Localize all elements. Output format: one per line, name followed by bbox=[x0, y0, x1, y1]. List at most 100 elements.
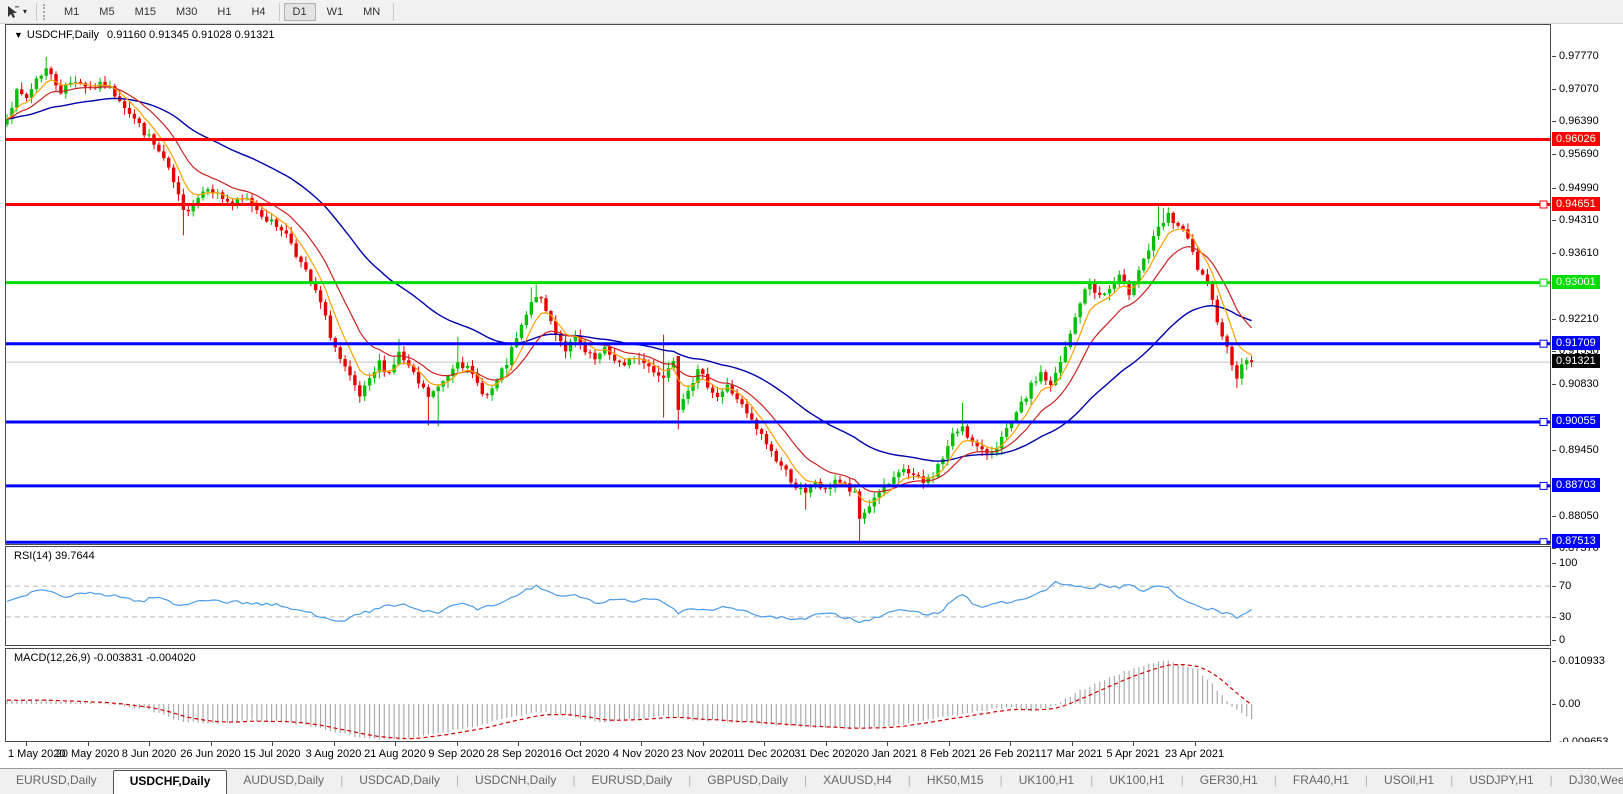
chart-cursor-dropdown[interactable]: ▾ bbox=[0, 2, 33, 22]
date-tick bbox=[1133, 742, 1134, 746]
date-label: 16 Oct 2020 bbox=[549, 748, 610, 760]
hline-handle[interactable] bbox=[1539, 200, 1548, 209]
level-price-badge: 0.87513 bbox=[1552, 534, 1600, 549]
timeframe-button-mn[interactable]: MN bbox=[354, 3, 389, 21]
date-label: 9 Sep 2020 bbox=[428, 748, 485, 760]
date-tick bbox=[210, 742, 212, 746]
chart-tab-usdjpy-h1[interactable]: USDJPY,H1 bbox=[1453, 769, 1549, 794]
chart-window: ▼ USDCHF,Daily 0.91160 0.91345 0.91028 0.9… bbox=[0, 24, 1623, 748]
date-tick bbox=[825, 742, 827, 746]
timeframe-button-w1[interactable]: W1 bbox=[318, 3, 353, 21]
chart-tab-gbpusd-daily[interactable]: GBPUSD,Daily bbox=[691, 769, 804, 794]
chevron-down-icon: ▾ bbox=[23, 7, 28, 16]
scale-tick bbox=[1552, 351, 1556, 353]
price-tick-label: 0.93610 bbox=[1559, 246, 1599, 259]
collapse-arrow-icon[interactable]: ▼ bbox=[14, 30, 23, 40]
hline-handle[interactable] bbox=[1539, 339, 1548, 348]
date-label: 28 Sep 2020 bbox=[486, 748, 550, 760]
timeframe-button-m15[interactable]: M15 bbox=[126, 3, 165, 21]
date-label: 26 Jun 2020 bbox=[180, 748, 241, 760]
date-tick bbox=[333, 742, 335, 746]
chart-title: ▼ USDCHF,Daily 0.91160 0.91345 0.91028 0.9… bbox=[14, 29, 274, 41]
date-label: 5 Apr 2021 bbox=[1106, 748, 1160, 760]
candlestick-plot[interactable] bbox=[6, 25, 1550, 544]
timeframe-button-h4[interactable]: H4 bbox=[242, 3, 274, 21]
level-price-badge: 0.96026 bbox=[1552, 131, 1600, 146]
date-tick bbox=[518, 742, 519, 746]
price-tick-label: 0.97070 bbox=[1559, 83, 1599, 96]
scale-tick bbox=[1552, 187, 1556, 189]
date-label: 4 Nov 2020 bbox=[612, 748, 670, 760]
chart-tab-usdcad-daily[interactable]: USDCAD,Daily bbox=[343, 769, 456, 794]
chart-tab-usdchf-daily[interactable]: USDCHF,Daily bbox=[112, 770, 228, 794]
date-tick bbox=[395, 742, 396, 746]
date-tick bbox=[272, 742, 273, 746]
price-chart-panel[interactable]: ▼ USDCHF,Daily 0.91160 0.91345 0.91028 0.9… bbox=[5, 24, 1551, 545]
price-tick-label: 0.90830 bbox=[1559, 378, 1599, 391]
chart-tab-eurusd-daily[interactable]: EURUSD,Daily bbox=[575, 769, 688, 794]
date-label: 20 May 2020 bbox=[55, 748, 120, 760]
price-scale[interactable]: 0.97770 0.97070 0.96390 0.95690 0.94990 0.943… bbox=[1552, 24, 1623, 748]
macd-panel[interactable]: MACD(12,26,9) -0.003831 -0.004020 bbox=[5, 648, 1551, 742]
timeframe-button-m30[interactable]: M30 bbox=[167, 3, 206, 21]
rsi-tick-label: 30 bbox=[1559, 610, 1572, 623]
chart-tab-fra40-h1[interactable]: FRA40,H1 bbox=[1277, 769, 1365, 794]
date-tick bbox=[87, 742, 89, 746]
scale-tick bbox=[1552, 121, 1556, 123]
scale-tick bbox=[1552, 384, 1556, 386]
chart-tab-ger30-h1[interactable]: GER30,H1 bbox=[1184, 769, 1274, 794]
toolbar-separator bbox=[393, 2, 395, 21]
timeframe-button-m5[interactable]: M5 bbox=[90, 3, 123, 21]
chart-tab-audusd-daily[interactable]: AUDUSD,Daily bbox=[227, 769, 340, 794]
scale-tick bbox=[1552, 704, 1556, 705]
cursor-icon bbox=[8, 5, 19, 18]
rsi-panel[interactable]: RSI(14) 39.7644 bbox=[5, 546, 1551, 646]
date-label: 8 Feb 2021 bbox=[920, 748, 977, 760]
scale-tick bbox=[1552, 154, 1556, 156]
hline-handle[interactable] bbox=[1539, 538, 1548, 544]
timeframe-toolbar: ▾ M1 M5 M15 M30 H1 H4 D1 W1 MN bbox=[0, 0, 1623, 24]
hline-handle[interactable] bbox=[1539, 418, 1548, 426]
price-tick-label: 0.92210 bbox=[1559, 313, 1599, 325]
price-tick-label: 0.95690 bbox=[1559, 148, 1599, 161]
timeframe-button-h1[interactable]: H1 bbox=[208, 3, 240, 21]
date-tick bbox=[641, 742, 642, 746]
chart-tab-xauusd-h4[interactable]: XAUUSD,H4 bbox=[807, 769, 908, 794]
date-label: 11 Dec 2020 bbox=[733, 748, 795, 760]
scale-tick bbox=[1552, 661, 1556, 663]
chart-tab-uk100-h1[interactable]: UK100,H1 bbox=[1003, 769, 1090, 794]
chart-tab-usdcnh-daily[interactable]: USDCNH,Daily bbox=[459, 769, 572, 794]
price-tick-label: 0.89450 bbox=[1559, 443, 1599, 456]
timeframe-button-m1[interactable]: M1 bbox=[55, 3, 88, 21]
level-price-badge: 0.91709 bbox=[1552, 335, 1600, 350]
timeframe-button-d1[interactable]: D1 bbox=[283, 2, 316, 21]
hline-handle[interactable] bbox=[1539, 278, 1548, 287]
macd-label: MACD(12,26,9) -0.003831 -0.004020 bbox=[14, 652, 196, 664]
chart-tab-hk50-m15[interactable]: HK50,M15 bbox=[911, 769, 1000, 794]
price-tick-label: 0.88050 bbox=[1559, 509, 1599, 522]
current-price-badge: 0.91321 bbox=[1552, 354, 1600, 369]
date-label: 17 Mar 2021 bbox=[1040, 748, 1103, 760]
rsi-value: 39.7644 bbox=[54, 550, 95, 562]
scale-tick bbox=[1552, 252, 1556, 254]
scale-tick bbox=[1552, 616, 1556, 618]
symbol-timeframe-label: USDCHF,Daily bbox=[26, 29, 100, 41]
toolbar-separator bbox=[278, 2, 280, 21]
macd-plot bbox=[6, 660, 1253, 740]
chart-tabbar: EURUSD,Daily USDCHF,Daily AUDUSD,Daily | USD… bbox=[0, 768, 1623, 794]
scale-tick bbox=[1552, 515, 1556, 517]
date-label: 3 Aug 2020 bbox=[305, 748, 362, 760]
chart-tab-usoil-h1[interactable]: USOil,H1 bbox=[1368, 769, 1450, 794]
chart-tab-eurusd-daily[interactable]: EURUSD,Daily bbox=[0, 769, 113, 794]
hline-handle[interactable] bbox=[1539, 481, 1548, 490]
date-tick bbox=[456, 742, 458, 746]
rsi-tick-label: 100 bbox=[1559, 557, 1578, 569]
level-price-badge: 0.88703 bbox=[1552, 477, 1600, 492]
chart-tab-uk100-h1[interactable]: UK100,H1 bbox=[1093, 769, 1180, 794]
date-tick bbox=[1071, 742, 1073, 746]
toolbar-grip[interactable] bbox=[43, 3, 48, 20]
rsi-label: RSI(14) 39.7644 bbox=[14, 550, 95, 562]
chart-tab-dj30-weekly[interactable]: DJ30,Weekly bbox=[1553, 769, 1623, 794]
date-tick bbox=[764, 742, 765, 746]
date-axis[interactable]: 1 May 2020 20 May 2020 8 Jun 2020 26 Jun 20… bbox=[0, 742, 1623, 768]
